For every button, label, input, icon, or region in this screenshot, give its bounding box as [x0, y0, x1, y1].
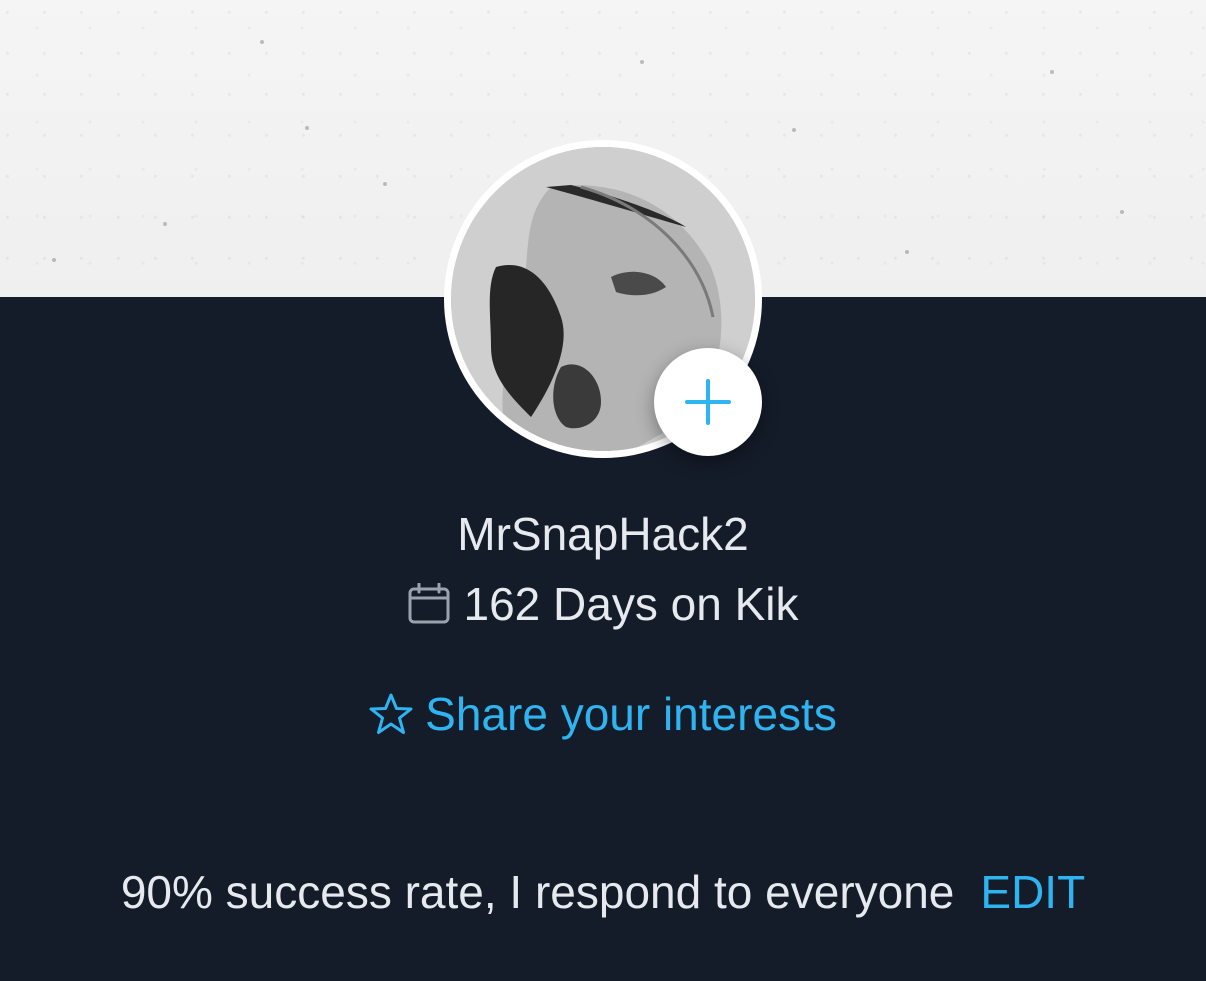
- add-photo-button[interactable]: [654, 348, 762, 456]
- calendar-icon: [408, 583, 450, 625]
- star-outline-icon: [369, 693, 413, 735]
- username: MrSnapHack2: [457, 508, 749, 560]
- bio: 90% success rate, I respond to everyone …: [0, 864, 1206, 920]
- profile-screen: MrSnapHack2 162 Days on Kik Share your i…: [0, 0, 1206, 981]
- days-on-kik: 162 Days on Kik: [0, 576, 1206, 632]
- plus-icon: [685, 379, 731, 425]
- share-interests-label: Share your interests: [425, 688, 837, 740]
- bio-text: 90% success rate, I respond to everyone: [120, 866, 955, 918]
- share-interests-link[interactable]: Share your interests: [0, 686, 1206, 742]
- days-on-kik-label: 162 Days on Kik: [463, 578, 799, 630]
- edit-bio-button[interactable]: EDIT: [980, 864, 1085, 920]
